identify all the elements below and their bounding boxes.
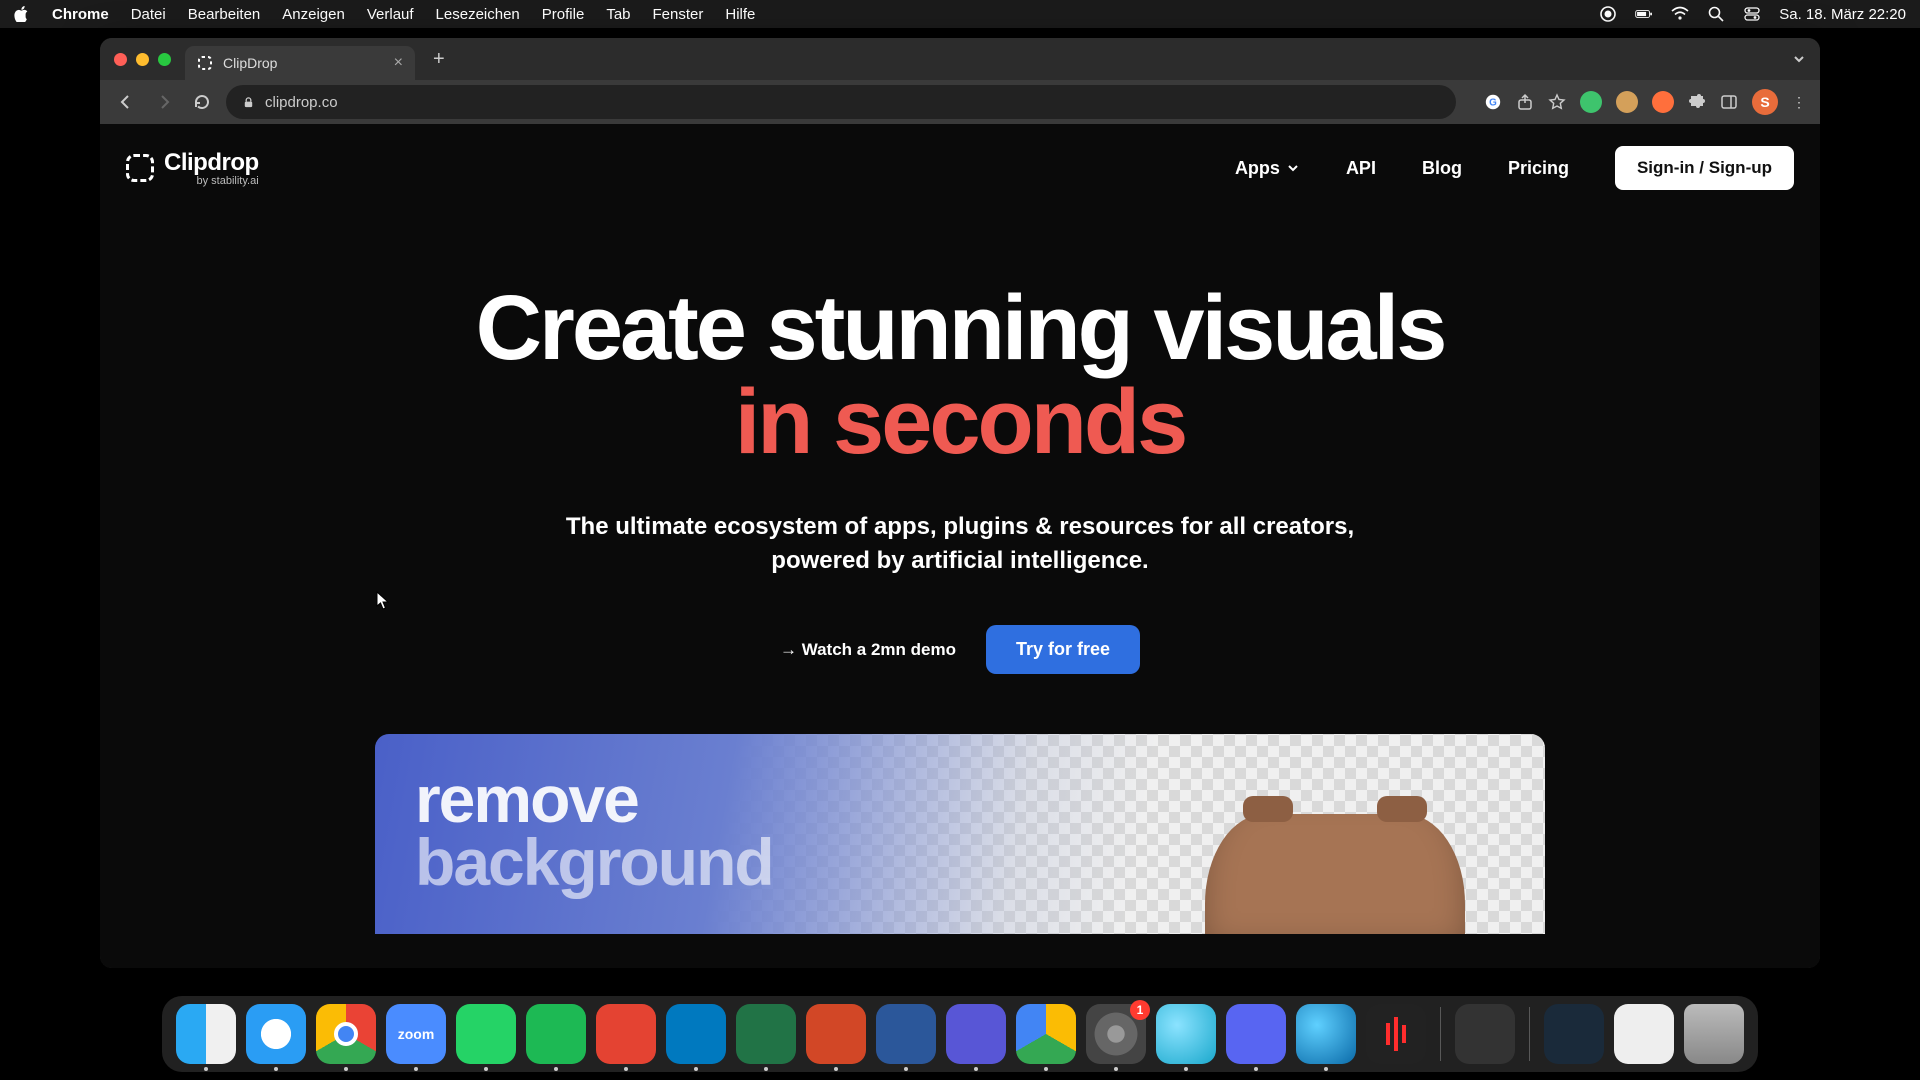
dock-spotify[interactable] [526,1004,586,1064]
extension-cookie-icon[interactable] [1616,91,1638,113]
google-translate-icon[interactable]: G [1484,93,1502,111]
dock-trash[interactable] [1684,1004,1744,1064]
nav-pricing[interactable]: Pricing [1508,158,1569,179]
back-button[interactable] [112,88,140,116]
hero-subtitle: The ultimate ecosystem of apps, plugins … [100,510,1820,580]
extension-orange-icon[interactable] [1652,91,1674,113]
dock-separator [1440,1007,1441,1061]
dock-voice-memos[interactable] [1366,1004,1426,1064]
tab-title: ClipDrop [223,55,277,71]
macos-dock: zoom 1 [162,996,1758,1072]
browser-tab[interactable]: ClipDrop × [185,46,415,80]
dock-quicktime[interactable] [1296,1004,1356,1064]
extension-shield-icon[interactable] [1580,91,1602,113]
menubar-app-name[interactable]: Chrome [52,6,109,23]
tab-favicon-icon [197,55,213,71]
dock-separator [1529,1007,1530,1061]
chrome-window: ClipDrop × + clipdrop.co G S ⋮ [100,38,1820,968]
tab-close-button[interactable]: × [394,54,403,72]
dock-excel[interactable] [736,1004,796,1064]
signin-button[interactable]: Sign-in / Sign-up [1615,146,1794,190]
tab-strip: ClipDrop × + [100,38,1820,80]
bookmark-star-icon[interactable] [1548,93,1566,111]
hero-cta-row: → Watch a 2mn demo Try for free [100,625,1820,674]
profile-avatar[interactable]: S [1752,89,1778,115]
macos-menubar: Chrome Datei Bearbeiten Anzeigen Verlauf… [0,0,1920,28]
menubar-datetime[interactable]: Sa. 18. März 22:20 [1779,6,1906,23]
dock-finder[interactable] [176,1004,236,1064]
menubar-item-view[interactable]: Anzeigen [282,6,345,23]
apple-logo-icon[interactable] [14,6,30,22]
tab-list-dropdown-icon[interactable] [1792,52,1806,66]
dock-system-settings[interactable]: 1 [1086,1004,1146,1064]
menubar-item-file[interactable]: Datei [131,6,166,23]
battery-icon[interactable] [1635,5,1653,23]
menubar-item-history[interactable]: Verlauf [367,6,414,23]
new-tab-button[interactable]: + [425,44,453,75]
chrome-menu-button[interactable]: ⋮ [1792,94,1808,111]
nav-api[interactable]: API [1346,158,1376,179]
settings-badge: 1 [1130,1000,1150,1020]
watch-demo-link[interactable]: → Watch a 2mn demo [780,640,956,660]
lock-icon [242,96,255,109]
site-nav: Apps API Blog Pricing Sign-in / Sign-up [1235,146,1794,190]
reload-button[interactable] [188,88,216,116]
dock-trello[interactable] [666,1004,726,1064]
mouse-cursor-icon [376,591,390,611]
dock-whatsapp[interactable] [456,1004,516,1064]
clipdrop-logo-icon[interactable] [126,154,154,182]
browser-toolbar: clipdrop.co G S ⋮ [100,80,1820,124]
menubar-item-tab[interactable]: Tab [606,6,630,23]
address-bar[interactable]: clipdrop.co [226,85,1456,119]
menubar-item-edit[interactable]: Bearbeiten [188,6,261,23]
site-header: Clipdrop by stability.ai Apps API Blog P… [100,124,1820,212]
chevron-down-icon [1286,161,1300,175]
screen-record-icon[interactable] [1599,5,1617,23]
window-minimize-button[interactable] [136,53,149,66]
feature-title: remove background [415,768,773,893]
spotlight-search-icon[interactable] [1707,5,1725,23]
menubar-item-window[interactable]: Fenster [653,6,704,23]
brand-block[interactable]: Clipdrop by stability.ai [164,149,259,187]
dock-word[interactable] [876,1004,936,1064]
extensions-puzzle-icon[interactable] [1688,93,1706,111]
dock-documents-stack[interactable] [1614,1004,1674,1064]
menubar-item-profiles[interactable]: Profile [542,6,585,23]
dock-downloads-stack[interactable] [1544,1004,1604,1064]
window-controls [114,53,171,66]
feature-product-image [1205,814,1465,934]
feature-card-remove-background[interactable]: remove background [375,734,1545,934]
control-center-icon[interactable] [1743,5,1761,23]
dock-google-drive[interactable] [1016,1004,1076,1064]
nav-apps[interactable]: Apps [1235,158,1300,179]
url-text: clipdrop.co [265,94,338,111]
dock-powerpoint[interactable] [806,1004,866,1064]
webpage-content: Clipdrop by stability.ai Apps API Blog P… [100,124,1820,968]
forward-button[interactable] [150,88,178,116]
svg-text:G: G [1489,98,1497,109]
share-icon[interactable] [1516,93,1534,111]
hero-headline: Create stunning visuals in seconds [100,282,1820,470]
hero-section: Create stunning visuals in seconds The u… [100,282,1820,674]
wifi-icon[interactable] [1671,5,1689,23]
try-free-button[interactable]: Try for free [986,625,1140,674]
menubar-item-bookmarks[interactable]: Lesezeichen [436,6,520,23]
window-fullscreen-button[interactable] [158,53,171,66]
dock-app-aqua[interactable] [1156,1004,1216,1064]
dock-preview[interactable] [1455,1004,1515,1064]
window-close-button[interactable] [114,53,127,66]
dock-zoom[interactable]: zoom [386,1004,446,1064]
dock-todoist[interactable] [596,1004,656,1064]
menubar-item-help[interactable]: Hilfe [725,6,755,23]
dock-imovie[interactable] [946,1004,1006,1064]
brand-name: Clipdrop [164,149,259,177]
dock-chrome[interactable] [316,1004,376,1064]
side-panel-icon[interactable] [1720,93,1738,111]
nav-blog[interactable]: Blog [1422,158,1462,179]
dock-discord[interactable] [1226,1004,1286,1064]
dock-safari[interactable] [246,1004,306,1064]
